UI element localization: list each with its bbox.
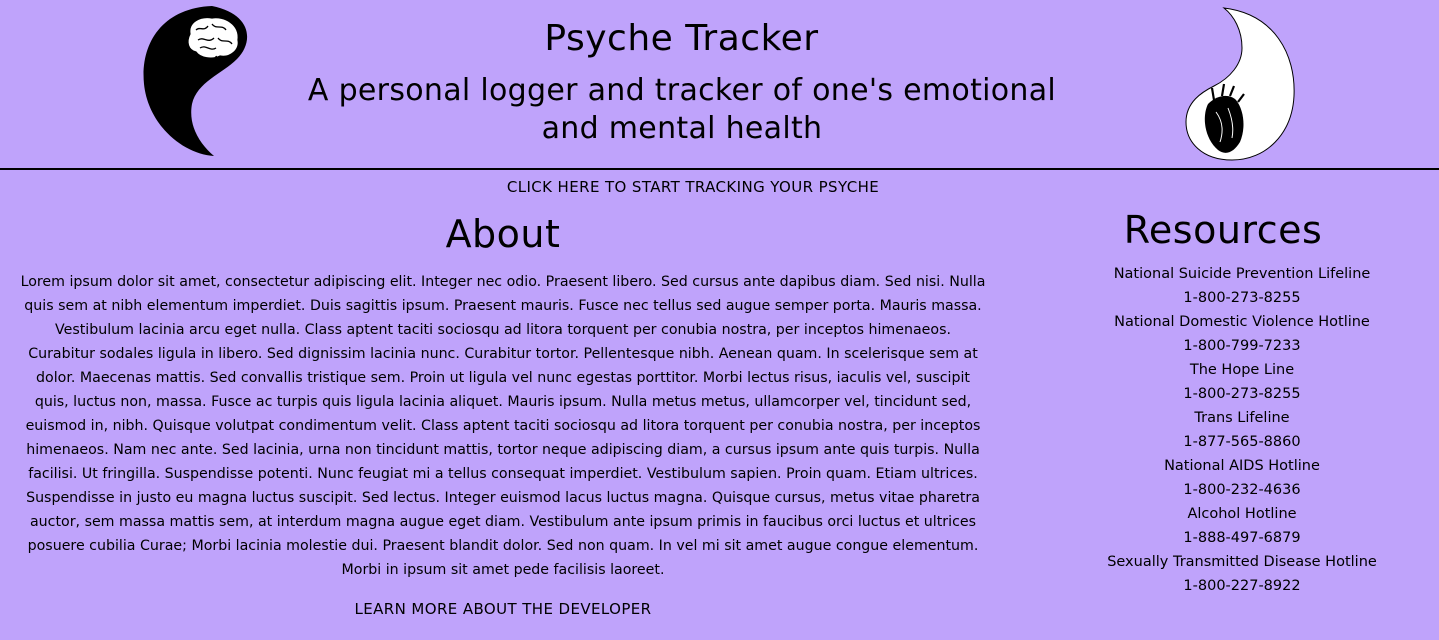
resource-name: Alcohol Hotline (1187, 506, 1297, 522)
site-title: Psyche Tracker (544, 18, 819, 59)
resource-name: National Domestic Violence Hotline (1114, 314, 1370, 330)
yang-heart-icon (1185, 7, 1295, 161)
resource-phone: 1-800-273-8255 (1183, 290, 1301, 306)
resource-name: National Suicide Prevention Lifeline (1113, 266, 1371, 282)
resource-phone: 1-800-227-8922 (1183, 578, 1301, 594)
about-text: Lorem ipsum dolor sit amet, consectetur … (20, 274, 986, 578)
resource-name: The Hope Line (1189, 362, 1295, 378)
resources-list: National Suicide Prevention Lifeline 1-8… (1082, 262, 1402, 598)
site-subtitle: A personal logger and tracker of one's e… (307, 73, 1057, 146)
start-tracking-link[interactable]: CLICK HERE TO START TRACKING YOUR PSYCHE (0, 178, 1386, 196)
resource-phone: 1-888-497-6879 (1183, 530, 1301, 546)
resource-name: Trans Lifeline (1194, 410, 1290, 426)
resources-section: Resources National Suicide Prevention Li… (1082, 208, 1402, 598)
learn-more-link[interactable]: LEARN MORE ABOUT THE DEVELOPER (0, 600, 1006, 618)
resource-name: National AIDS Hotline (1164, 458, 1320, 474)
about-heading: About (445, 212, 561, 256)
resource-phone: 1-800-273-8255 (1183, 386, 1301, 402)
resource-phone: 1-877-565-8860 (1183, 434, 1301, 450)
resource-phone: 1-800-799-7233 (1183, 338, 1301, 354)
resources-heading: Resources (1123, 208, 1323, 252)
resource-phone: 1-800-232-4636 (1183, 482, 1301, 498)
resource-name: Sexually Transmitted Disease Hotline (1107, 554, 1377, 570)
site-header: Psyche Tracker A personal logger and tra… (0, 0, 1439, 170)
